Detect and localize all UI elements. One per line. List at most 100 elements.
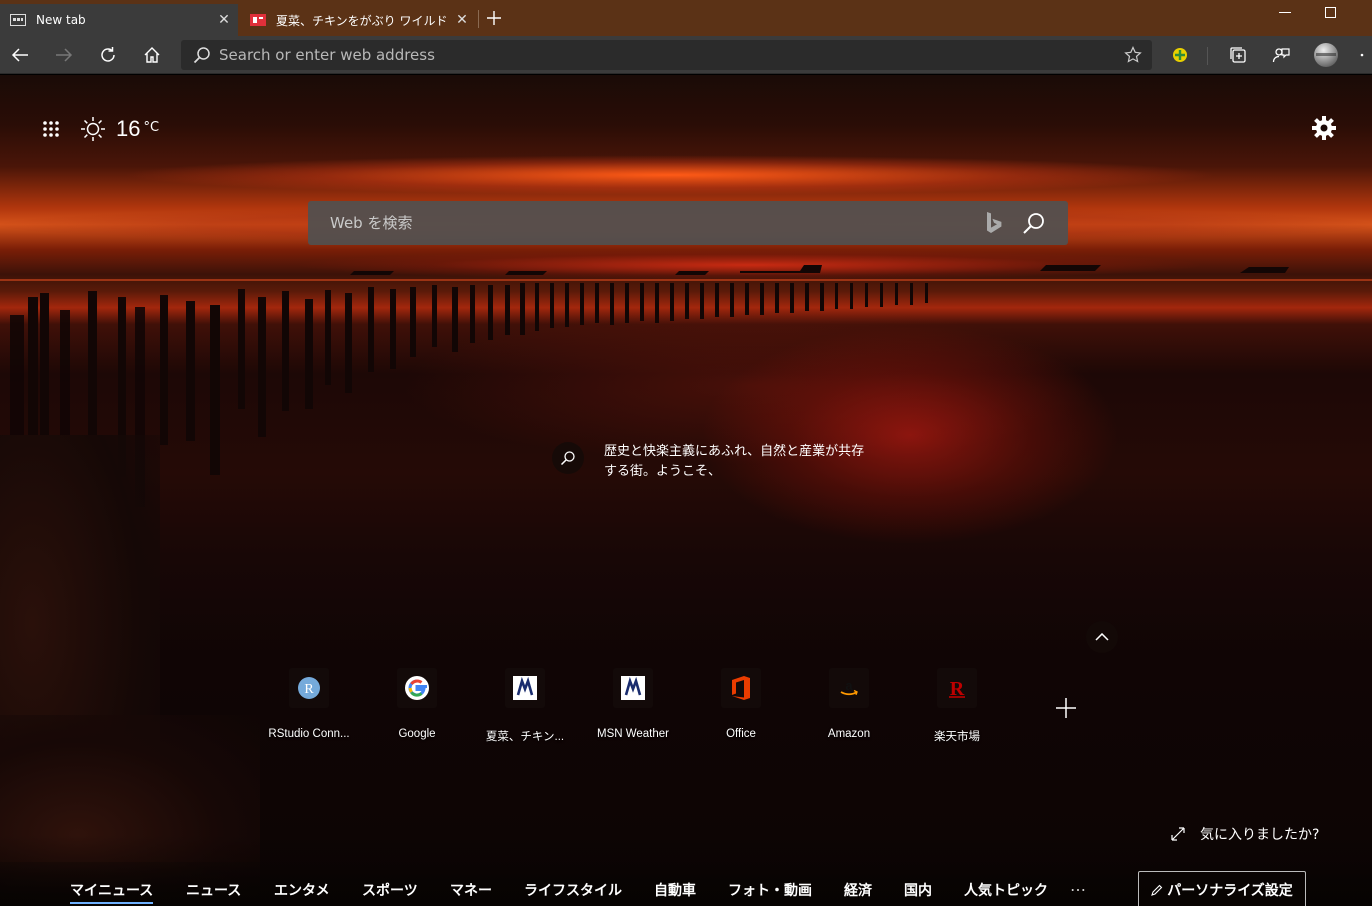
web-search-box[interactable] [308, 201, 1068, 245]
tab-strip: New tab ✕ 夏菜、チキンをがぶり ワイルドな食べ… ✕ [0, 0, 1372, 36]
quick-link-label: 夏菜、チキン... [485, 731, 565, 743]
web-search-input[interactable] [308, 203, 984, 243]
news-tab-trending[interactable]: 人気トピック [964, 880, 1048, 900]
tab-title: New tab [36, 13, 86, 27]
quick-link-tile [505, 668, 545, 708]
news-tab-economy[interactable]: 経済 [844, 880, 872, 900]
maximize-icon [1325, 7, 1336, 18]
toolbar-divider [1207, 47, 1208, 65]
msn-news-favicon [250, 14, 266, 26]
search-icon [560, 451, 575, 466]
refresh-button[interactable] [91, 38, 125, 72]
tab-title: 夏菜、チキンをがぶり ワイルドな食べ… [276, 13, 448, 28]
quick-link-label: MSN Weather [596, 728, 669, 740]
feedback-button[interactable] [1264, 38, 1298, 72]
quick-link-label: 楽天市場 [934, 731, 980, 743]
home-icon [144, 47, 160, 63]
bing-icon[interactable] [984, 211, 1004, 235]
collapse-quick-links-button[interactable] [1086, 621, 1118, 653]
news-tab-domestic[interactable]: 国内 [904, 880, 932, 900]
favorite-star-icon[interactable] [1124, 46, 1142, 64]
more-news-tabs-button[interactable]: … [1070, 876, 1086, 895]
home-button[interactable] [135, 38, 169, 72]
search-icon[interactable] [1022, 211, 1046, 235]
image-info[interactable]: 歴史と快楽主義にあふれ、自然と産業が共存する街。ようこそ、 [552, 442, 874, 482]
quick-link-office[interactable]: Office [687, 668, 795, 740]
quick-link-label: Office [726, 728, 756, 740]
quick-link-tile [397, 668, 437, 708]
more-dots-icon [1360, 53, 1364, 57]
quick-link-label: RStudio Conn... [268, 728, 350, 740]
close-tab-icon[interactable]: ✕ [210, 12, 238, 28]
refresh-icon [101, 47, 115, 62]
browser-toolbar [0, 36, 1372, 74]
address-bar[interactable] [181, 40, 1152, 70]
new-tab-button[interactable] [482, 4, 506, 32]
svg-text:a: a [845, 678, 853, 693]
maximize-button[interactable] [1308, 0, 1354, 26]
news-tab-my-news[interactable]: マイニュース [70, 880, 154, 904]
office-icon [732, 676, 750, 700]
quick-link-label: Google [398, 728, 436, 740]
quick-link-rstudio[interactable]: R RStudio Conn... [255, 668, 363, 740]
feedback-prompt[interactable]: 気に入りましたか? [1170, 824, 1319, 844]
news-tab-money[interactable]: マネー [450, 880, 492, 900]
address-input[interactable] [211, 41, 1124, 69]
news-tab-photos-videos[interactable]: フォト・動画 [728, 880, 812, 900]
plus-icon [487, 11, 501, 25]
quick-link-amazon[interactable]: a Amazon [795, 668, 903, 740]
extension-button[interactable] [1163, 38, 1197, 72]
rakuten-icon: R [949, 678, 965, 700]
profile-button[interactable] [1309, 38, 1343, 72]
weather-widget[interactable]: 16 °C [80, 114, 159, 144]
chevron-up-icon [1095, 633, 1109, 641]
new-tab-page-icon [10, 14, 26, 26]
news-tab-lifestyle[interactable]: ライフスタイル [524, 880, 622, 900]
background-image [0, 75, 1372, 906]
feedback-text: 気に入りましたか? [1200, 827, 1320, 843]
more-menu-button[interactable] [1352, 38, 1372, 72]
msn-icon [513, 676, 537, 700]
quick-link-tile: R [937, 668, 977, 708]
amazon-icon: a [840, 678, 858, 696]
google-icon [405, 676, 429, 700]
close-tab-icon[interactable]: ✕ [448, 12, 476, 28]
collections-button[interactable] [1221, 38, 1255, 72]
temperature-unit: °C [143, 120, 160, 135]
app-launcher-icon[interactable] [40, 118, 62, 140]
personalize-button[interactable]: パーソナライズ設定 [1138, 871, 1306, 906]
expand-icon [1171, 827, 1185, 841]
add-quick-link-button[interactable] [1052, 694, 1080, 722]
tab-new-tab[interactable]: New tab ✕ [0, 4, 238, 36]
arrow-right-icon [56, 48, 73, 62]
quick-link-tile [613, 668, 653, 708]
feedback-person-icon [1272, 48, 1290, 63]
collections-icon [1230, 47, 1246, 63]
image-search-button[interactable] [552, 442, 584, 474]
sun-icon [81, 117, 105, 141]
gear-icon[interactable] [1310, 114, 1338, 142]
image-caption[interactable]: 歴史と快楽主義にあふれ、自然と産業が共存する街。ようこそ、 [604, 442, 874, 482]
tab-msn-article[interactable]: 夏菜、チキンをがぶり ワイルドな食べ… ✕ [240, 4, 476, 36]
quick-link-rakuten[interactable]: R 楽天市場 [903, 668, 1011, 744]
quick-link-tile [721, 668, 761, 708]
extension-icon [1173, 48, 1187, 62]
search-icon [193, 47, 210, 64]
tab-divider [478, 10, 479, 28]
quick-link-label: Amazon [827, 728, 871, 740]
forward-button[interactable] [47, 38, 81, 72]
quick-link-msn-article[interactable]: 夏菜、チキン... [471, 668, 579, 744]
minimize-icon [1279, 12, 1291, 13]
quick-link-msn-weather[interactable]: MSN Weather [579, 668, 687, 740]
rstudio-icon: R [298, 677, 320, 699]
news-tab-sports[interactable]: スポーツ [362, 880, 418, 900]
quick-link-tile: a [829, 668, 869, 708]
news-tab-news[interactable]: ニュース [186, 880, 241, 900]
minimize-button[interactable] [1262, 0, 1308, 26]
news-tab-entertainment[interactable]: エンタメ [274, 880, 330, 900]
temperature: 16 [116, 116, 141, 141]
back-button[interactable] [3, 38, 37, 72]
quick-link-google[interactable]: Google [363, 668, 471, 740]
personalize-label: パーソナライズ設定 [1167, 883, 1293, 899]
news-tab-autos[interactable]: 自動車 [654, 880, 696, 900]
